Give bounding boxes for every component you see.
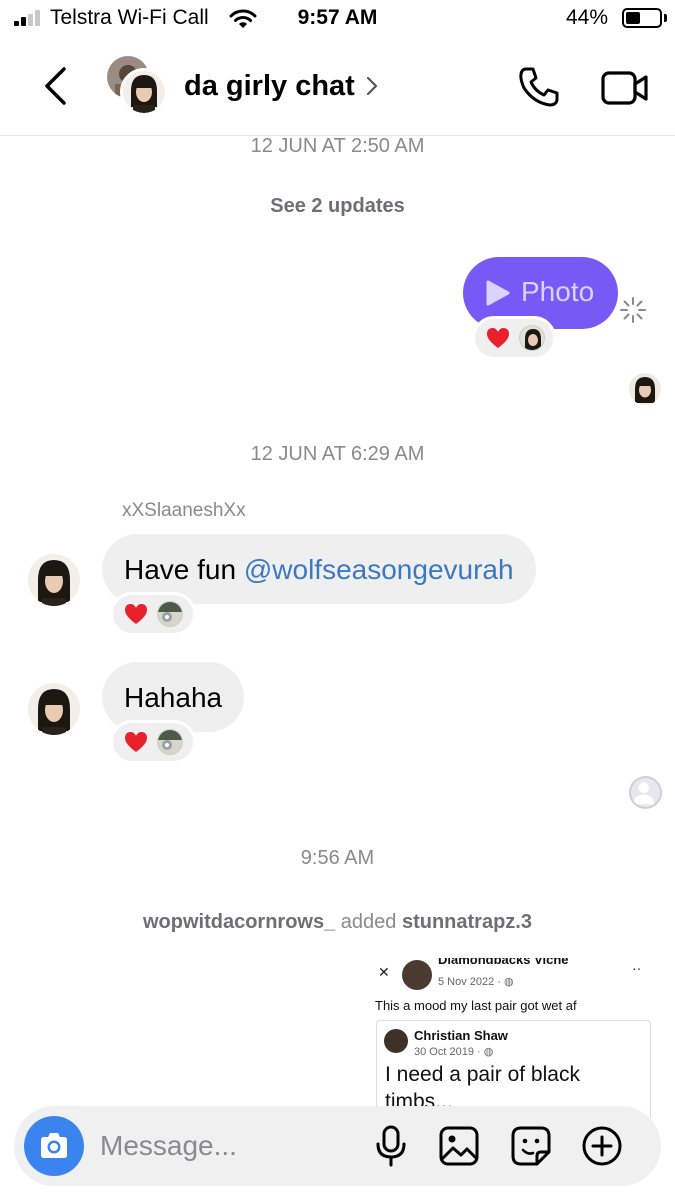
sending-spinner-icon [620, 297, 646, 323]
heart-icon [125, 604, 147, 624]
post-date: 5 Nov 2022 · ◍ [438, 976, 514, 988]
camera-button[interactable] [24, 1116, 84, 1176]
timestamp: 12 JUN AT 6:29 AM [250, 443, 425, 465]
reaction-pill[interactable] [110, 720, 196, 764]
sender-name: xXSlaaneshXx [122, 500, 246, 521]
quoted-author-avatar [384, 1029, 408, 1053]
reactor-avatar [157, 601, 183, 627]
reaction-pill[interactable] [110, 592, 196, 636]
sticker-icon[interactable] [509, 1124, 553, 1168]
chevron-left-icon[interactable] [40, 66, 70, 106]
status-bar: Telstra Wi-Fi Call 9:57 AM 44% [0, 0, 675, 38]
plus-circle-icon[interactable] [580, 1124, 624, 1168]
quoted-date: 30 Oct 2019 · ◍ [414, 1046, 494, 1058]
phone-icon[interactable] [516, 64, 562, 110]
reactor-avatar [519, 325, 545, 351]
sender-avatar[interactable] [28, 554, 80, 606]
close-icon: ✕ [378, 964, 390, 980]
see-updates-link[interactable]: See 2 updates [0, 195, 675, 218]
seen-by-avatar [629, 373, 661, 405]
chat-title[interactable]: da girly chat [184, 70, 355, 103]
timestamp: 12 JUN AT 2:50 AM [250, 135, 425, 157]
battery-level [626, 12, 640, 24]
message-input[interactable] [100, 1128, 360, 1164]
seen-by-avatar [629, 776, 662, 809]
message-composer [14, 1106, 661, 1186]
timestamp: 9:56 AM [300, 847, 375, 869]
gallery-icon[interactable] [437, 1124, 481, 1168]
message-text: Hahaha [124, 682, 223, 713]
system-target[interactable]: stunnatrapz.3 [402, 911, 532, 933]
sender-avatar[interactable] [28, 683, 80, 735]
battery-icon [622, 8, 662, 28]
video-camera-icon[interactable] [600, 68, 650, 108]
system-message: wopwitdacornrows_ added stunnatrapz.3 [0, 911, 675, 934]
photo-label: Photo [521, 276, 595, 307]
message-text: Have fun [124, 554, 244, 585]
system-action: added [335, 911, 402, 933]
more-options-icon: ·· [632, 960, 642, 976]
system-actor[interactable]: wopwitdacornrows_ [143, 911, 335, 933]
chevron-right-icon[interactable] [364, 74, 380, 98]
camera-icon [41, 1133, 67, 1158]
mention-link[interactable]: @wolfseasongevurah [244, 554, 514, 585]
post-text: This a mood my last pair got wet af [375, 998, 577, 1013]
reaction-pill[interactable] [472, 316, 556, 360]
post-author: Diamondbacks Viche [438, 958, 569, 967]
play-icon [486, 280, 510, 306]
reactor-avatar [157, 729, 183, 755]
microphone-icon[interactable] [369, 1124, 413, 1168]
battery-percent: 44% [566, 6, 609, 29]
heart-icon [125, 732, 147, 752]
battery-cap [664, 14, 667, 22]
quoted-author: Christian Shaw [414, 1028, 508, 1043]
chat-header: da girly chat [0, 38, 675, 136]
post-author-avatar [402, 960, 432, 990]
globe-icon: ◍ [483, 1046, 494, 1058]
globe-icon: ◍ [504, 976, 514, 988]
quoted-post: Christian Shaw 30 Oct 2019 · ◍ I need a … [376, 1020, 651, 1118]
heart-icon [487, 328, 509, 348]
shared-post-card[interactable]: ✕ Diamondbacks Viche 5 Nov 2022 · ◍ ·· T… [366, 958, 654, 1118]
group-avatar-primary[interactable] [120, 68, 168, 116]
